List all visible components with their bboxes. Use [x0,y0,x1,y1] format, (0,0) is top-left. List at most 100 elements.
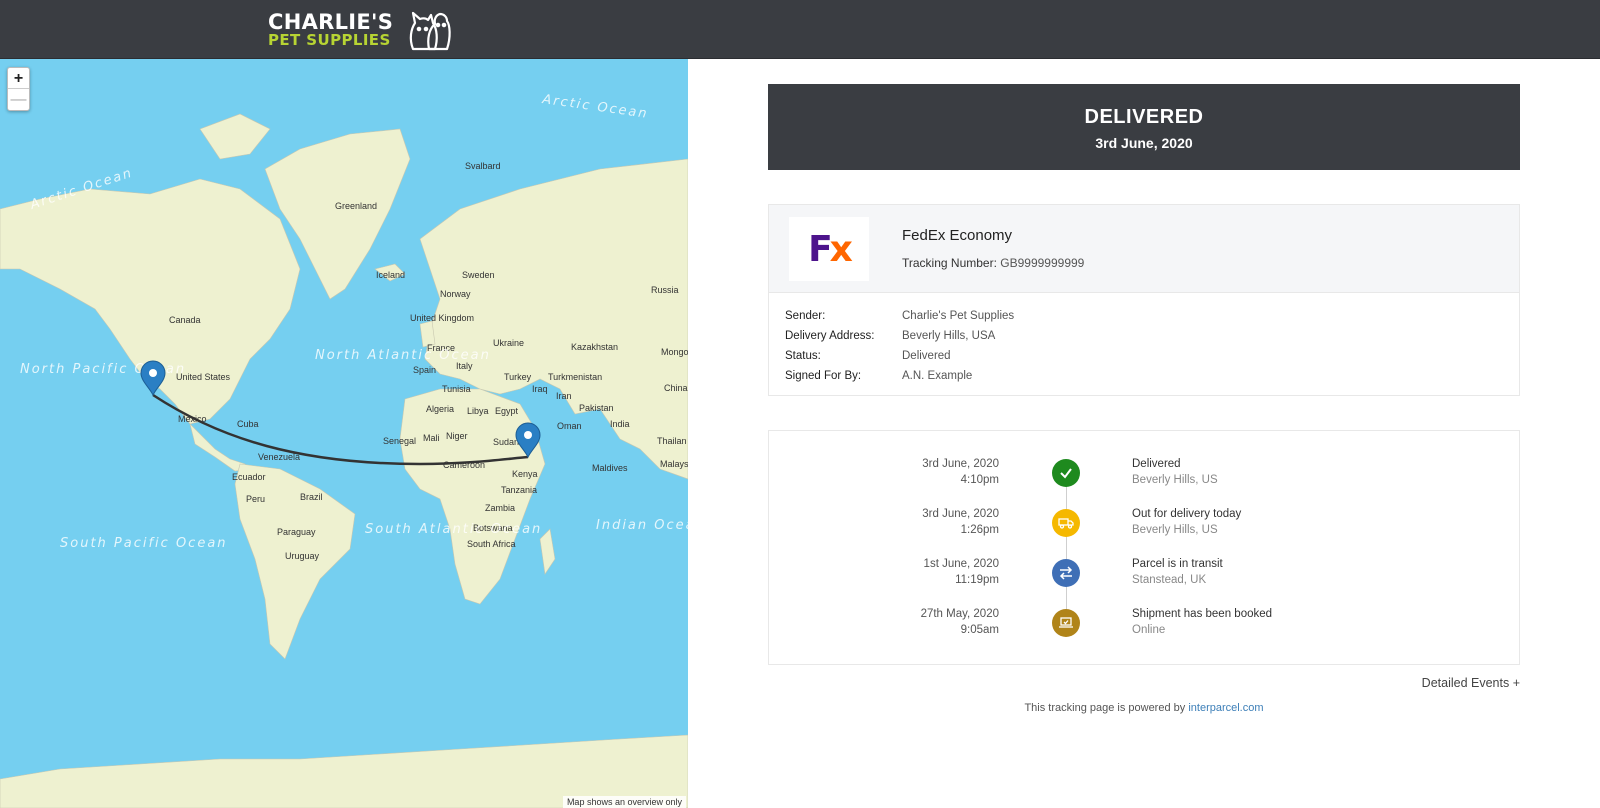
label-oman: Oman [557,421,582,431]
event-title: Parcel is in transit [1132,558,1223,570]
powered-by-text: This tracking page is powered by [1024,702,1189,714]
detail-row-status: Status: Delivered [785,350,951,362]
event-location: Online [1132,624,1166,636]
label-ecuador: Ecuador [232,472,266,482]
label-sweden: Sweden [462,270,495,280]
detail-row-sender: Sender: Charlie's Pet Supplies [785,310,1015,322]
event-title: Shipment has been booked [1132,608,1273,620]
detailed-events-link[interactable]: Detailed Events + [1380,676,1520,690]
label-indian-ocean: Indian Ocean [596,518,688,533]
label-senegal: Senegal [383,436,416,446]
event-time: 4:10pm [960,474,999,486]
label-kenya: Kenya [512,469,538,479]
label-greenland: Greenland [335,201,377,211]
label-svalbard: Svalbard [465,161,501,171]
event-title: Out for delivery today [1132,508,1242,520]
label-south-africa: South Africa [467,539,516,549]
label-egypt: Egypt [495,406,519,416]
label-malaysia: Malays [660,459,688,469]
event-date: 27th May, 2020 [920,608,999,620]
label-niger: Niger [446,431,468,441]
powered-by-footer: This tracking page is powered by interpa… [768,702,1520,714]
map-disclaimer: Map shows an overview only [562,796,686,808]
laptop-icon [1052,609,1080,637]
label-peru: Peru [246,494,265,504]
check-icon [1052,459,1080,487]
tracking-number-value: GB9999999999 [1000,256,1085,270]
brand-logo[interactable]: CHARLIE'S PET SUPPLIES [268,10,453,52]
truck-icon [1052,509,1080,537]
carrier-name: FedEx Economy [902,227,1013,244]
label-iraq: Iraq [532,384,548,394]
delivery-status-banner: DELIVERED 3rd June, 2020 [768,84,1520,170]
label-thailand: Thailan [657,436,687,446]
detail-row-signed-for-by: Signed For By: A.N. Example [785,370,973,382]
label-iran: Iran [556,391,572,401]
label-algeria: Algeria [426,404,454,414]
label-mali: Mali [423,433,440,443]
brand-name-line2: PET SUPPLIES [268,31,391,49]
status-date: 3rd June, 2020 [1095,135,1193,151]
zoom-out-button[interactable]: — [8,89,29,110]
event-time: 11:19pm [955,574,999,586]
tracking-number-label: Tracking Number: [902,256,997,270]
carrier-card: Fx FedEx Economy Tracking Number: GB9999… [768,204,1520,396]
timeline-event: 1st June, 2020 11:19pm Parcel is in tran… [769,556,1519,596]
transfer-icon [1052,559,1080,587]
timeline-event: 3rd June, 2020 4:10pm Delivered Beverly … [769,456,1519,496]
tracking-timeline: 3rd June, 2020 4:10pm Delivered Beverly … [768,430,1520,665]
label-india: India [610,419,630,429]
label-pakistan: Pakistan [579,403,614,413]
label-south-pacific-ocean: South Pacific Ocean [60,536,228,551]
label-uruguay: Uruguay [285,551,320,561]
label-sudan: Sudan [493,437,519,447]
label-norway: Norway [440,289,471,299]
label-maldives: Maldives [592,463,628,473]
zoom-control: + — [7,67,30,111]
event-location: Stanstead, UK [1132,574,1207,586]
label-iceland: Iceland [376,270,405,280]
event-location: Beverly Hills, US [1132,474,1218,486]
label-brazil: Brazil [300,492,323,502]
brand-name-line1: CHARLIE'S [268,10,394,34]
label-turkey: Turkey [504,372,532,382]
shipment-details: Sender: Charlie's Pet Supplies Delivery … [769,293,1519,399]
label-libya: Libya [467,406,489,416]
label-zambia: Zambia [485,503,515,513]
label-ukraine: Ukraine [493,338,524,348]
event-location: Beverly Hills, US [1132,524,1218,536]
label-paraguay: Paraguay [277,527,316,537]
canada-islands [199,113,271,160]
event-date: 1st June, 2020 [923,558,999,570]
status-title: DELIVERED [1084,106,1204,128]
label-china: China [664,383,688,393]
label-cuba: Cuba [237,419,259,429]
africa [399,388,546,605]
event-time: 9:05am [960,624,999,636]
timeline-event: 27th May, 2020 9:05am Shipment has been … [769,606,1519,646]
label-russia: Russia [651,285,679,295]
label-south-atlantic-ocean: South Atlantic Ocean [365,522,542,537]
cat-dog-icon [409,11,451,51]
zoom-in-button[interactable]: + [8,68,29,89]
interparcel-link[interactable]: interparcel.com [1188,702,1263,714]
label-turkmenistan: Turkmenistan [548,372,602,382]
label-united-kingdom: United Kingdom [410,313,474,323]
top-bar: CHARLIE'S PET SUPPLIES [0,0,1600,59]
detail-row-delivery-address: Delivery Address: Beverly Hills, USA [785,330,996,342]
event-date: 3rd June, 2020 [922,508,999,520]
label-north-atlantic-ocean: North Atlantic Ocean [315,348,491,363]
timeline-event: 3rd June, 2020 1:26pm Out for delivery t… [769,506,1519,546]
fedex-logo-icon: Fx [789,217,869,281]
tracking-number: Tracking Number: GB9999999999 [902,256,1084,270]
event-date: 3rd June, 2020 [922,458,999,470]
route-map[interactable]: Greenland Svalbard Iceland Sweden Norway… [0,59,688,808]
event-time: 1:26pm [960,524,999,536]
label-spain: Spain [413,365,436,375]
label-tunisia: Tunisia [442,384,471,394]
label-kazakhstan: Kazakhstan [571,342,618,352]
event-title: Delivered [1132,458,1181,470]
label-mongolia: Mongo [661,347,688,357]
world-map: Greenland Svalbard Iceland Sweden Norway… [0,92,688,808]
label-arctic-ocean-1: Arctic Ocean [540,92,649,122]
